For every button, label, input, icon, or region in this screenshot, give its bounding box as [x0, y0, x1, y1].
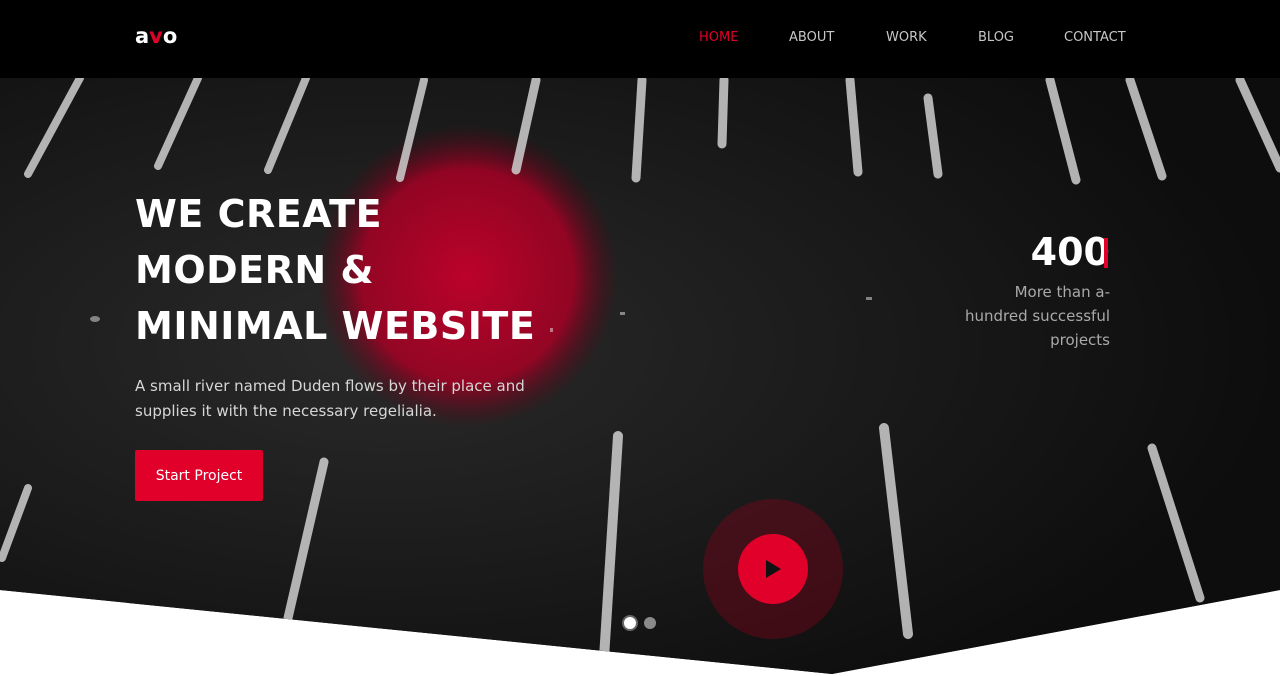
- stat-caption: More than a- hundred successful projects: [950, 280, 1110, 352]
- nav-link-about[interactable]: ABOUT: [789, 30, 834, 45]
- start-project-button[interactable]: Start Project: [135, 450, 263, 501]
- nav-link-contact[interactable]: CONTACT: [1064, 30, 1126, 45]
- hero-subtext: A small river named Duden flows by their…: [135, 377, 525, 420]
- hero-headline: WE CREATE MODERN & MINIMAL WEBSITE: [135, 186, 655, 354]
- stat-caption-line: hundred successful: [964, 307, 1110, 325]
- nav-link-home[interactable]: HOME: [699, 30, 738, 45]
- stat-caption-line: projects: [1050, 331, 1110, 349]
- headline-line: MINIMAL WEBSITE: [135, 304, 536, 348]
- stat-accent-bar: [1104, 238, 1108, 268]
- stat-caption-line: More than a-: [1014, 283, 1110, 301]
- hero-section: WE CREATE MODERN & MINIMAL WEBSITE A sma…: [0, 78, 1280, 674]
- nav-link-blog[interactable]: BLOG: [978, 30, 1014, 45]
- nav-link-work[interactable]: WORK: [886, 30, 927, 45]
- nav-menu: HOME ABOUT WORK BLOG CONTACT: [0, 30, 1280, 50]
- navbar: avo HOME ABOUT WORK BLOG CONTACT: [0, 0, 1280, 78]
- headline-line: MODERN &: [135, 248, 375, 292]
- stat-number: 400: [1030, 230, 1110, 274]
- slider-dot-1[interactable]: [622, 615, 638, 631]
- slider-dot-2[interactable]: [644, 617, 656, 629]
- play-icon: [766, 560, 781, 578]
- play-video-button[interactable]: [738, 534, 808, 604]
- headline-line: WE CREATE: [135, 192, 383, 236]
